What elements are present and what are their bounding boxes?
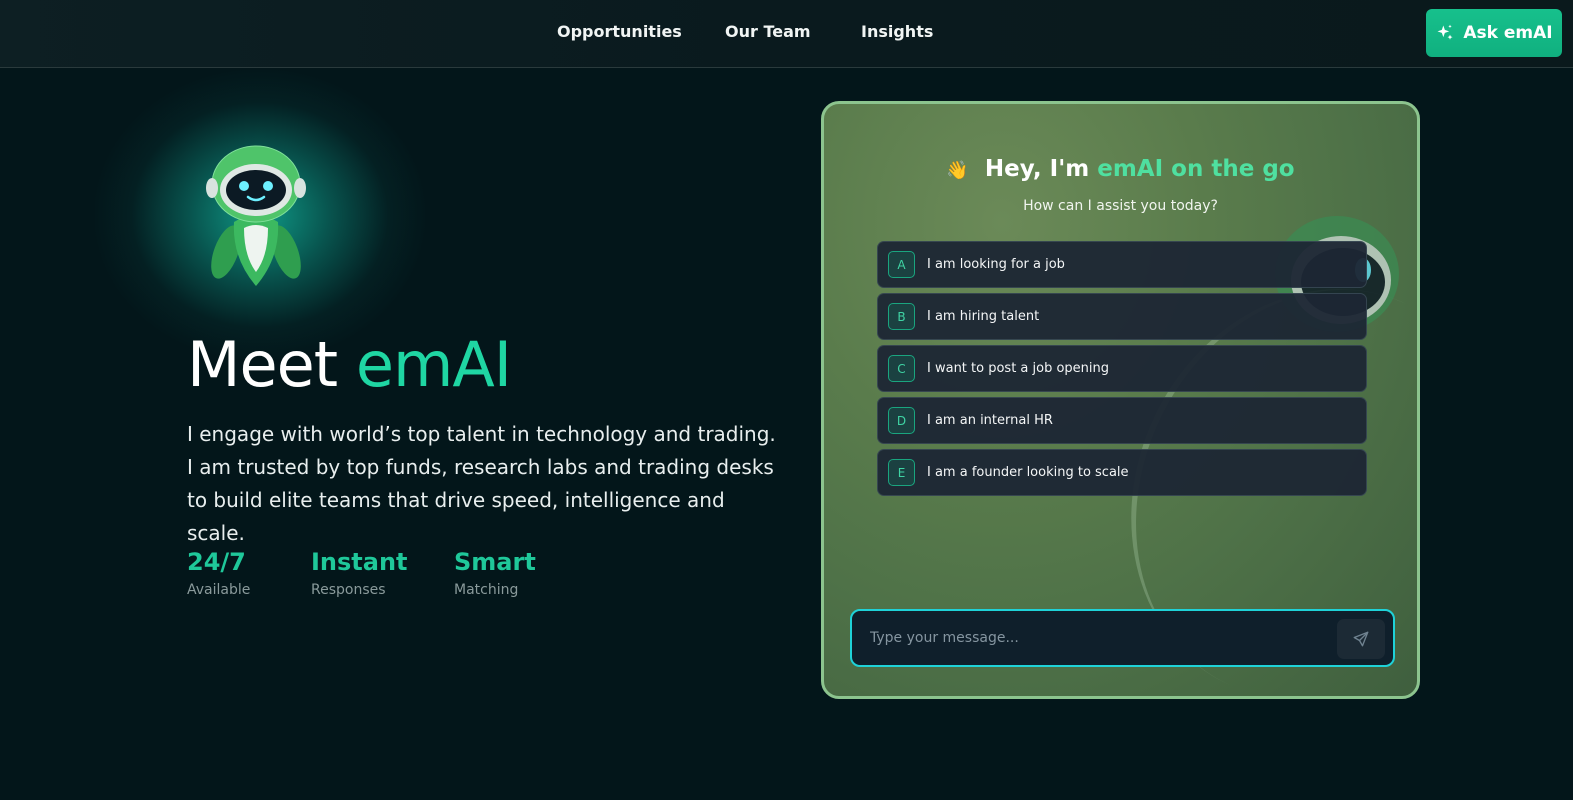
option-label: I am a founder looking to scale [927,465,1129,480]
hero-title-prefix: Meet [187,328,338,401]
nav-our-team[interactable]: Our Team [725,22,811,41]
nav-opportunities[interactable]: Opportunities [557,22,682,41]
robot-mascot [206,145,306,286]
hero-title: Meet emAI [187,328,512,401]
stat-matching: Smart Matching [454,548,536,598]
option-key: C [888,355,915,382]
option-founder-scale[interactable]: E I am a founder looking to scale [877,449,1367,496]
option-label: I am an internal HR [927,413,1053,428]
greeting-prefix: Hey, I'm [984,156,1090,182]
message-input-box [850,609,1395,667]
option-post-job-opening[interactable]: C I want to post a job opening [877,345,1367,392]
ask-emai-label: Ask emAI [1463,23,1553,43]
option-label: I am hiring talent [927,309,1040,324]
sparkle-icon [1437,24,1453,40]
hero-title-accent: emAI [355,328,512,401]
message-input[interactable] [870,611,1320,665]
greeting-accent: emAI on the go [1097,156,1295,182]
option-label: I want to post a job opening [927,361,1110,376]
option-internal-hr[interactable]: D I am an internal HR [877,397,1367,444]
stat-value: Smart [454,548,536,576]
stat-responses: Instant Responses [311,548,408,598]
option-key: A [888,251,915,278]
chat-panel: 👋 Hey, I'm emAI on the go How can I assi… [821,101,1420,699]
stat-availability: 24/7 Available [187,548,250,598]
stat-label: Matching [454,582,519,598]
option-hiring-talent[interactable]: B I am hiring talent [877,293,1367,340]
stat-label: Available [187,582,251,598]
stat-label: Responses [311,582,386,598]
stat-value: Instant [311,548,408,576]
option-key: B [888,303,915,330]
send-icon [1353,631,1369,647]
nav-insights[interactable]: Insights [861,22,933,41]
ask-emai-button[interactable]: Ask emAI [1426,9,1562,57]
hero-description: I engage with world’s top talent in tech… [187,422,776,545]
option-label: I am looking for a job [927,257,1065,272]
chat-subtitle: How can I assist you today? [1023,198,1218,214]
send-button[interactable] [1337,619,1385,659]
stat-value: 24/7 [187,548,246,576]
chat-greeting: 👋 Hey, I'm emAI on the go [824,156,1417,182]
option-key: D [888,407,915,434]
top-navbar: Opportunities Our Team Insights Ask emAI [0,0,1573,68]
wave-emoji: 👋 [946,160,969,181]
option-looking-for-job[interactable]: A I am looking for a job [877,241,1367,288]
option-key: E [888,459,915,486]
